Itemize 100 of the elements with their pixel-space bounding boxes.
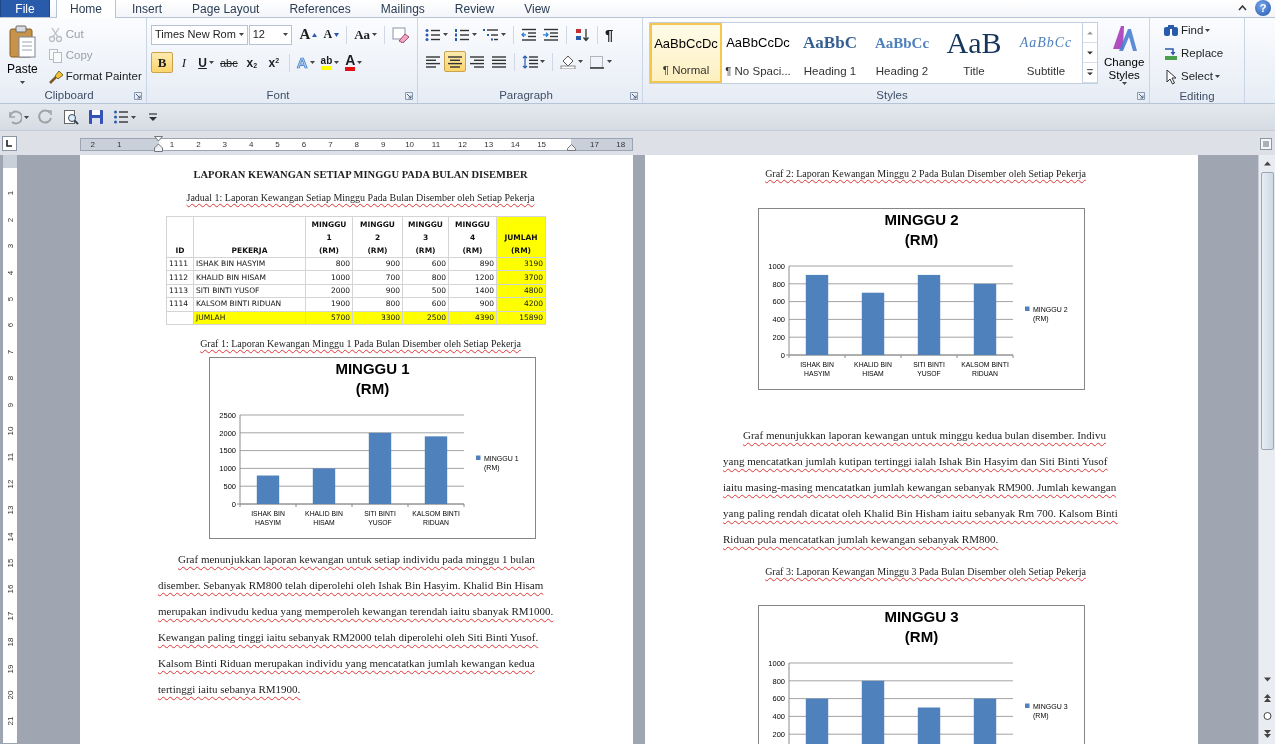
indent-marker-icon[interactable] <box>154 136 163 152</box>
caret-icon <box>501 33 506 36</box>
ruler-number: 9 <box>379 139 387 150</box>
caret-icon <box>443 33 448 36</box>
minimize-ribbon-icon[interactable] <box>1238 5 1247 11</box>
find-button[interactable]: Find <box>1160 20 1214 41</box>
replace-button[interactable]: Replace <box>1160 43 1227 64</box>
bulleted-list-icon <box>113 109 129 125</box>
ruler-number: 1 <box>5 190 16 198</box>
format-button[interactable]: abc <box>217 52 241 73</box>
scrollbar-thumb[interactable] <box>1260 172 1274 450</box>
font-size-field[interactable]: 12 <box>248 24 292 45</box>
scroll-up-icon[interactable] <box>1262 159 1272 168</box>
next-page-icon[interactable] <box>1262 729 1272 739</box>
ruler-number: 5 <box>5 295 16 304</box>
paint-bucket-icon <box>560 54 576 69</box>
ruler-number: 8 <box>5 374 16 383</box>
format-painter-button[interactable]: Format Painter <box>44 66 145 87</box>
ruler-number: 6 <box>5 322 16 330</box>
ruler-number: 2 <box>195 139 202 150</box>
ruler-number: 1 <box>168 139 176 150</box>
down-triangle-icon <box>334 32 340 37</box>
ruler-number: 12 <box>5 478 16 491</box>
ruler-number: 11 <box>5 452 16 464</box>
ruler-number: 16 <box>5 583 16 596</box>
ribbon-tab[interactable]: Mailings <box>366 0 439 17</box>
font-size-button[interactable]: A <box>296 24 321 45</box>
ribbon-tab[interactable]: References <box>275 0 365 17</box>
magnifier-page-icon <box>63 109 79 125</box>
format-button[interactable]: x$_{2}$ <box>240 52 263 73</box>
multilevel-list-icon <box>483 27 499 42</box>
change-styles-button[interactable]: Change Styles <box>1101 20 1148 88</box>
browse-object-icon[interactable] <box>1262 711 1272 721</box>
tab-selector-icon[interactable] <box>2 135 17 151</box>
up-triangle-icon <box>312 32 318 37</box>
bar <box>312 468 336 504</box>
style-option[interactable]: AaBbCc Heading 2 <box>866 23 938 83</box>
font-name-field[interactable]: Times New Rom <box>151 24 248 45</box>
ruler-number: 14 <box>509 139 521 150</box>
caret-icon <box>282 33 288 36</box>
file-tab[interactable]: File <box>0 0 50 17</box>
indent-marker-icon[interactable] <box>567 144 576 151</box>
change-case-button[interactable]: Aa <box>351 24 380 45</box>
caret-icon <box>24 115 29 119</box>
ribbon-tab[interactable]: View <box>510 0 564 17</box>
dialog-launcher-icon[interactable] <box>405 91 413 100</box>
style-option[interactable]: AaBbC Heading 1 <box>794 23 866 83</box>
chart-caption: Graf 2: Laporan Kewangan Minggu 2 Pada Bulan Disember oleh Setiap Pekerja <box>764 167 1087 181</box>
select-button[interactable]: Select <box>1160 66 1223 87</box>
view-ruler-icon[interactable] <box>1260 138 1272 150</box>
style-option[interactable]: AaBbCc Subtitle <box>1010 23 1082 83</box>
ruler-number: 8 <box>353 139 360 150</box>
document-title: LAPORAN KEWANGAN SETIAP MINGGU PADA BULAN DISEMBER <box>192 168 529 182</box>
show-formatting-button[interactable]: ¶ <box>602 24 617 45</box>
vertical-ruler[interactable]: 1 2 3 4 5 6 7 8 9 10 11 12 13 14 15 16 17 18 19 20 21 <box>2 155 18 744</box>
bar <box>917 707 941 744</box>
eraser-icon <box>392 26 410 43</box>
bar <box>861 680 885 744</box>
dialog-launcher-icon[interactable] <box>134 91 142 100</box>
ruler-number: 20 <box>5 689 16 702</box>
ruler-number: 10 <box>5 425 16 438</box>
style-option[interactable]: AaB Title <box>938 23 1010 83</box>
ruler-number: 17 <box>588 139 600 150</box>
previous-page-icon[interactable] <box>1262 693 1272 703</box>
body-paragraph: Graf menunjukkan laporan kewangan untuk setiap individu pada minggu 1 bulan disember. Sebanyak RM800 telah diperolehi oleh Ishak Bin Hasyim. Khalid Bin Hisam merupakan indivudu kedua yang memperoleh kewangan terendah iaitu sbanyak RM1000. Kewangan paling tinggi iaitu sebanyak RM2000 telah diperolehi oleh Siti Binti Yusof. Kalsom Binti Riduan merupakan individu yang mencatatkan jumlah kewangan kedua tertinggi iaitu sebanya RM1900. <box>158 551 555 697</box>
align-center-button[interactable] <box>444 51 466 72</box>
ruler-number: 14 <box>5 531 16 544</box>
ribbon-tab[interactable]: Review <box>440 0 509 17</box>
scissors-icon <box>47 26 64 43</box>
style-option[interactable]: AaBbCcDc ¶ No Spaci... <box>722 23 794 83</box>
align-justify-icon <box>491 54 507 69</box>
chart-title: MINGGU 2 (RM) <box>884 211 959 248</box>
ribbon-tab[interactable]: Page Layout <box>178 0 274 17</box>
horizontal-ruler[interactable]: 2 1 1 2 3 4 5 6 7 8 9 10 11 12 13 14 15 17 18 <box>80 138 633 151</box>
caret-icon <box>19 81 25 84</box>
ribbon-tab[interactable]: Insert <box>118 0 177 17</box>
group-label: Styles <box>875 87 909 103</box>
ruler-number: 7 <box>5 348 16 357</box>
caret-icon <box>472 33 477 36</box>
ribbon-tab[interactable]: Home <box>56 0 116 18</box>
font-size-button[interactable]: A <box>320 24 343 45</box>
format-button[interactable]: I <box>173 52 195 73</box>
style-option[interactable]: AaBbCcDc ¶ Normal <box>650 23 722 83</box>
bar <box>256 475 280 504</box>
format-button[interactable]: B <box>151 52 173 73</box>
ruler-number: 11 <box>430 139 442 150</box>
format-button[interactable]: A <box>342 52 366 73</box>
bulleted-list-icon <box>425 27 441 42</box>
ruler-number: 21 <box>5 715 16 728</box>
format-button[interactable]: U <box>195 52 217 73</box>
caret-icon <box>1205 29 1211 32</box>
paste-button[interactable]: Paste <box>4 22 41 88</box>
format-button[interactable]: x$^{2}$ <box>262 52 285 73</box>
ruler-number: 17 <box>5 610 16 623</box>
dialog-launcher-icon[interactable] <box>1137 91 1145 100</box>
bar <box>424 436 448 504</box>
format-button[interactable]: ab <box>317 52 343 73</box>
decrease-indent-icon <box>521 27 537 42</box>
bar <box>861 292 885 355</box>
dialog-launcher-icon[interactable] <box>630 91 638 100</box>
